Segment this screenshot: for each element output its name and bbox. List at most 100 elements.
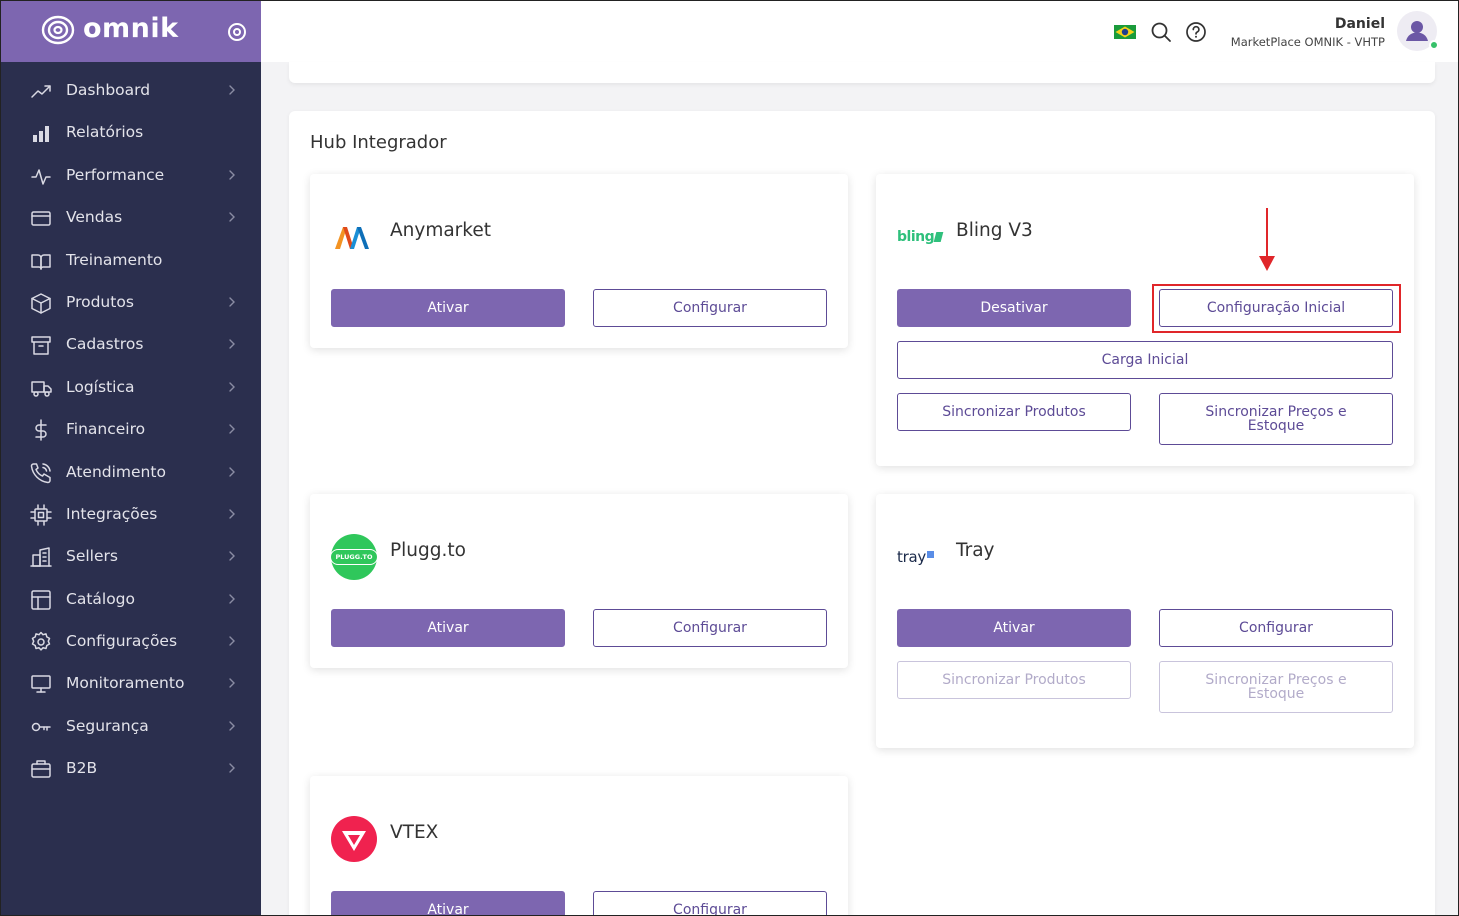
sidebar-item-integracoes[interactable]: Integrações <box>1 493 261 535</box>
tray-logo-mark <box>926 550 934 558</box>
sidebar-item-dashboard[interactable]: Dashboard <box>1 69 261 111</box>
brand-bar: omnik <box>1 1 261 62</box>
tray-sync-products-button[interactable]: Sincronizar Produtos <box>897 661 1131 699</box>
pluggto-configure-button[interactable]: Configurar <box>593 609 827 647</box>
trending-up-icon <box>31 85 51 98</box>
chevron-right-icon <box>229 297 235 307</box>
tray-activate-button[interactable]: Ativar <box>897 609 1131 647</box>
truck-icon <box>31 380 52 397</box>
box-icon <box>31 293 51 314</box>
tray-sync-prices-button[interactable]: Sincronizar Preços e Estoque <box>1159 661 1393 713</box>
online-status-dot <box>1429 40 1439 50</box>
buildings-icon <box>30 547 52 568</box>
integration-card-anymarket: Anymarket Ativar Configurar <box>310 174 848 348</box>
anymarket-logo-icon <box>335 227 369 249</box>
sidebar-toggle-icon[interactable] <box>227 22 247 42</box>
bling-deactivate-button[interactable]: Desativar <box>897 289 1131 327</box>
sidebar-item-seguranca[interactable]: Segurança <box>1 705 261 747</box>
chevron-right-icon <box>229 382 235 392</box>
sidebar-item-label: Financeiro <box>66 420 146 439</box>
sidebar-item-sellers[interactable]: Sellers <box>1 535 261 577</box>
chevron-right-icon <box>229 85 235 95</box>
vtex-logo-icon <box>331 816 377 862</box>
chevron-right-icon <box>229 466 235 477</box>
chevron-right-icon <box>229 212 235 222</box>
top-header: Daniel MarketPlace OMNIK - VHTP <box>261 1 1458 62</box>
sidebar-item-logistica[interactable]: Logística <box>1 366 261 408</box>
phone-icon <box>30 462 51 483</box>
pluggto-activate-button[interactable]: Ativar <box>331 609 565 647</box>
sidebar-item-label: Sellers <box>66 547 118 566</box>
chevron-right-icon <box>229 763 235 773</box>
sidebar-item-monitoramento[interactable]: Monitoramento <box>1 662 261 704</box>
integration-card-pluggto: PLUGG.TO Plugg.to Ativar Configurar <box>310 494 848 668</box>
bling-sync-products-button[interactable]: Sincronizar Produtos <box>897 393 1131 431</box>
credit-card-icon <box>31 211 51 226</box>
archive-icon <box>31 336 51 356</box>
bar-chart-icon <box>33 126 49 143</box>
anymarket-configure-button[interactable]: Configurar <box>593 289 827 327</box>
book-open-icon <box>31 253 51 270</box>
sidebar-item-produtos[interactable]: Produtos <box>1 281 261 323</box>
tray-configure-button[interactable]: Configurar <box>1159 609 1393 647</box>
sidebar-item-atendimento[interactable]: Atendimento <box>1 451 261 493</box>
anymarket-activate-button[interactable]: Ativar <box>331 289 565 327</box>
layout-icon <box>31 589 51 610</box>
sidebar-item-label: Segurança <box>66 716 149 735</box>
integration-card-tray: tray Tray Ativar Configurar Sincronizar … <box>876 494 1414 748</box>
bling-logo-icon: bling <box>897 214 944 260</box>
card-title: Plugg.to <box>390 540 466 561</box>
sidebar-item-treinamento[interactable]: Treinamento <box>1 239 261 281</box>
previous-panel-edge <box>289 62 1435 83</box>
sidebar-item-label: Configurações <box>66 632 178 651</box>
omnik-logo-icon <box>41 15 75 45</box>
dollar-icon <box>35 419 47 441</box>
sidebar-item-label: Vendas <box>66 208 123 227</box>
sidebar-item-label: Performance <box>66 165 165 184</box>
sidebar-item-label: B2B <box>66 759 98 778</box>
brand-name: omnik <box>83 13 179 44</box>
bling-sync-prices-button[interactable]: Sincronizar Preços e Estoque <box>1159 393 1393 445</box>
sidebar-item-vendas[interactable]: Vendas <box>1 196 261 238</box>
cpu-icon <box>30 504 52 526</box>
sidebar-item-performance[interactable]: Performance <box>1 154 261 196</box>
sidebar-item-label: Integrações <box>66 504 158 523</box>
highlight-box <box>1152 284 1401 333</box>
chevron-right-icon <box>229 509 235 519</box>
sidebar-item-b2b[interactable]: B2B <box>1 747 261 789</box>
activity-icon <box>31 169 51 185</box>
sidebar-item-catalogo[interactable]: Catálogo <box>1 578 261 620</box>
card-title: Tray <box>956 540 995 561</box>
vtex-configure-button[interactable]: Configurar <box>593 891 827 915</box>
sidebar-item-label: Cadastros <box>66 335 144 354</box>
briefcase-icon <box>31 760 51 778</box>
sidebar-item-configuracoes[interactable]: Configurações <box>1 620 261 662</box>
sidebar-item-financeiro[interactable]: Financeiro <box>1 408 261 450</box>
sidebar-item-label: Logística <box>66 377 135 396</box>
sidebar-item-relatorios[interactable]: Relatórios <box>1 111 261 153</box>
user-name: Daniel <box>1334 16 1385 32</box>
brazil-flag-icon[interactable] <box>1114 25 1136 39</box>
card-title: Anymarket <box>390 220 491 241</box>
card-title: VTEX <box>390 822 439 843</box>
bling-initial-load-button[interactable]: Carga Inicial <box>897 341 1393 379</box>
bling-logo-mark <box>933 232 944 242</box>
sidebar-item-cadastros[interactable]: Cadastros <box>1 323 261 365</box>
app-window: omnik Dashboard Relatórios Performance Vend… <box>0 0 1459 916</box>
sidebar: omnik Dashboard Relatórios Performance Vend… <box>1 1 261 915</box>
sidebar-item-label: Monitoramento <box>66 674 185 693</box>
chevron-right-icon <box>229 636 235 646</box>
sidebar-item-label: Atendimento <box>66 462 166 481</box>
sidebar-item-label: Relatórios <box>66 123 144 142</box>
pluggto-logo-icon: PLUGG.TO <box>330 534 378 580</box>
tray-logo-icon: tray <box>897 534 943 580</box>
vtex-activate-button[interactable]: Ativar <box>331 891 565 915</box>
search-icon[interactable] <box>1150 21 1172 43</box>
chevron-right-icon <box>229 424 235 434</box>
card-title: Bling V3 <box>956 220 1033 241</box>
sidebar-item-label: Catálogo <box>66 589 136 608</box>
chevron-right-icon <box>229 551 235 561</box>
help-icon[interactable] <box>1185 21 1207 43</box>
key-icon <box>31 722 51 732</box>
chevron-right-icon <box>229 170 235 180</box>
